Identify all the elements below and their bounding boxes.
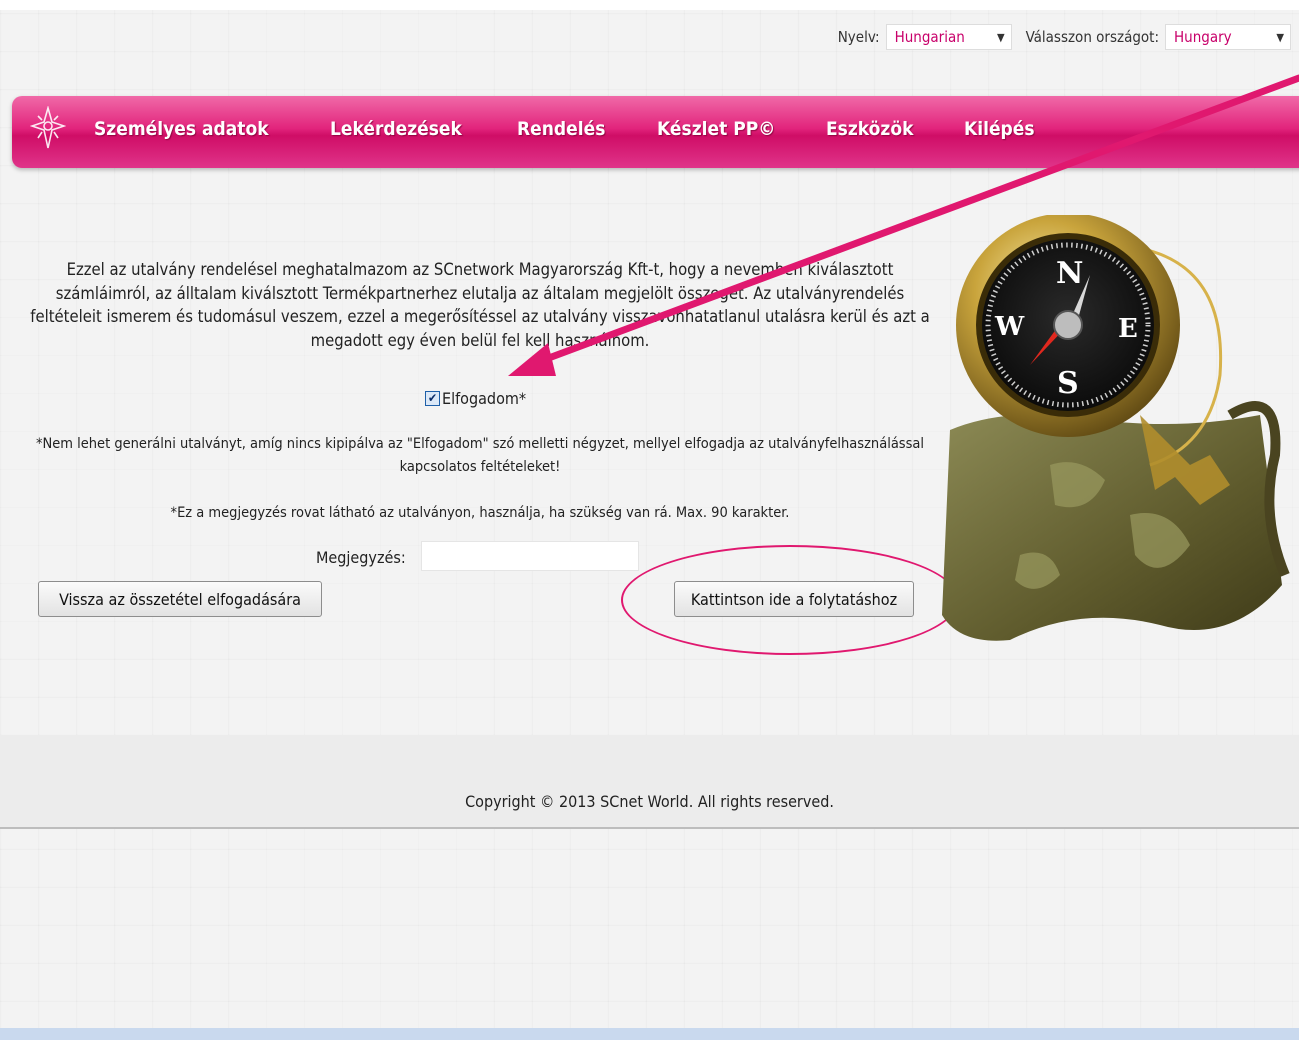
- accept-label: Elfogadom*: [442, 389, 527, 408]
- svg-text:N: N: [1056, 256, 1083, 291]
- footer: [0, 735, 1299, 829]
- country-select[interactable]: Hungary ▼: [1165, 24, 1291, 50]
- remark-note: *Ez a megjegyzés rovat látható az utalvá…: [170, 505, 790, 521]
- accept-row: ✔ Elfogadom*: [425, 389, 526, 408]
- svg-text:E: E: [1118, 314, 1138, 344]
- remark-input[interactable]: [421, 541, 639, 571]
- language-select[interactable]: Hungarian ▼: [885, 24, 1012, 50]
- back-button[interactable]: Vissza az összetétel elfogadására: [38, 581, 322, 617]
- language-label: Nyelv:: [837, 28, 880, 46]
- main-nav: Személyes adatok Lekérdezések Rendelés K…: [12, 96, 1299, 168]
- svg-text:W: W: [994, 312, 1025, 342]
- country-label: Válasszon országot:: [1025, 28, 1159, 46]
- chevron-down-icon: ▼: [1276, 30, 1284, 44]
- nav-item-logout[interactable]: Kilépés: [964, 118, 1035, 140]
- highlight-ellipse: [621, 545, 959, 655]
- top-edge: [0, 0, 1299, 10]
- terms-paragraph: Ezzel az utalvány rendelésel meghatalmaz…: [30, 260, 930, 350]
- language-select-value: Hungarian: [894, 28, 965, 46]
- language-bar: Nyelv: Hungarian ▼ Válasszon országot: H…: [838, 23, 1291, 51]
- accept-note: *Nem lehet generálni utalványt, amíg nin…: [35, 436, 925, 475]
- nav-item-stock[interactable]: Készlet PP©: [657, 118, 775, 140]
- copyright: Copyright © 2013 SCnet World. All rights…: [465, 792, 834, 811]
- bottom-band: [0, 1028, 1299, 1040]
- accept-checkbox[interactable]: ✔: [425, 391, 440, 406]
- country-select-value: Hungary: [1174, 28, 1232, 46]
- nav-item-queries[interactable]: Lekérdezések: [330, 118, 462, 140]
- logo-star-icon[interactable]: [30, 106, 66, 150]
- nav-item-tools[interactable]: Eszközök: [826, 118, 913, 140]
- nav-item-personal-data[interactable]: Személyes adatok: [94, 118, 269, 140]
- svg-text:S: S: [1057, 366, 1079, 401]
- nav-item-order[interactable]: Rendelés: [517, 118, 605, 140]
- chevron-down-icon: ▼: [996, 30, 1005, 44]
- remark-label: Megjegyzés:: [316, 548, 406, 567]
- page: Nyelv: Hungarian ▼ Válasszon országot: H…: [0, 0, 1299, 1040]
- compass-map-illustration: N S W E: [942, 215, 1290, 641]
